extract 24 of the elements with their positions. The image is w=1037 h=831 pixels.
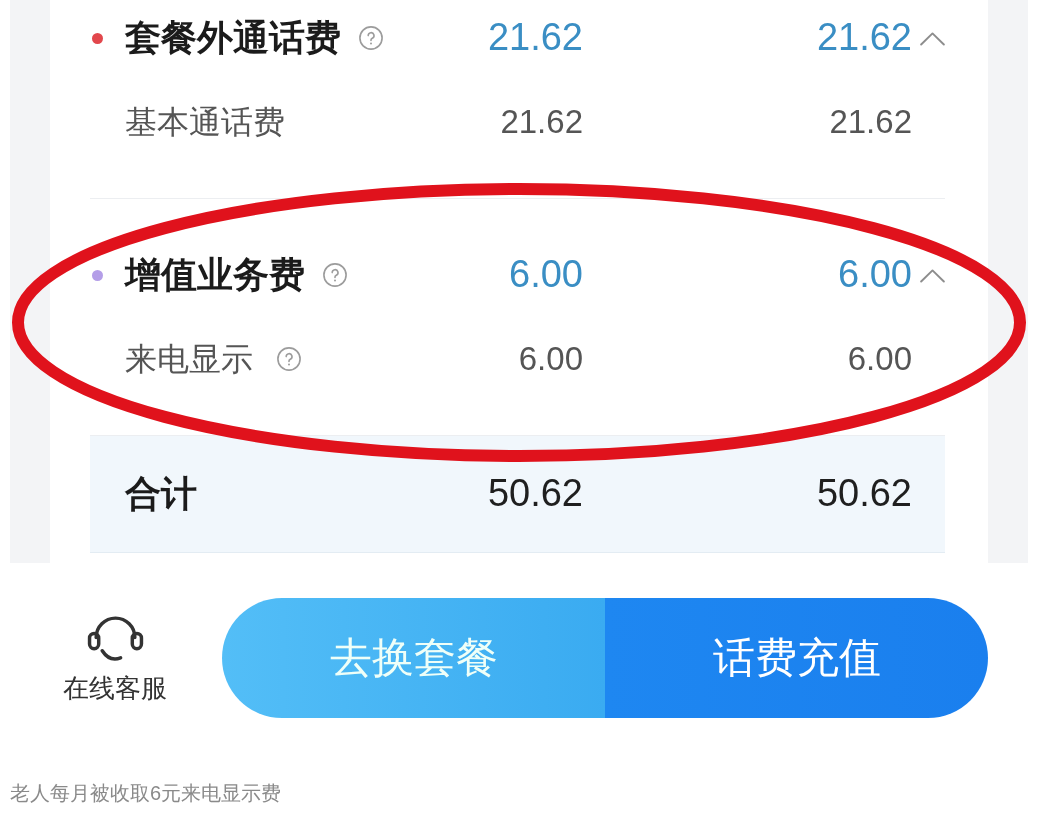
- image-caption: 老人每月被收取6元来电显示费: [10, 782, 282, 804]
- fee-category-label: 套餐外通话费: [125, 16, 341, 60]
- change-plan-button[interactable]: 去换套餐: [222, 598, 605, 718]
- customer-service-button[interactable]: 在线客服: [58, 612, 172, 704]
- fee-item-amount: 6.00: [847, 339, 912, 379]
- total-label: 合计: [125, 472, 197, 516]
- fee-category-label: 增值业务费: [125, 253, 305, 297]
- total-amount: 50.62: [487, 471, 583, 517]
- fee-item-amount: 21.62: [500, 102, 583, 142]
- fee-category-amount: 6.00: [838, 252, 912, 298]
- fee-category-amount: 21.62: [816, 15, 912, 61]
- help-icon[interactable]: [323, 263, 347, 287]
- chevron-up-icon[interactable]: [920, 30, 945, 46]
- fee-item-amount: 21.62: [829, 102, 912, 142]
- help-icon[interactable]: [277, 347, 301, 371]
- fee-item-label: 来电显示: [125, 339, 253, 379]
- help-icon[interactable]: [359, 26, 383, 50]
- total-amount: 50.62: [816, 471, 912, 517]
- fee-item-amount: 6.00: [518, 339, 583, 379]
- fee-item-label: 基本通话费: [125, 102, 285, 142]
- fee-category-amount: 21.62: [487, 15, 583, 61]
- top-up-button[interactable]: 话费充值: [605, 598, 988, 718]
- chevron-up-icon[interactable]: [920, 267, 945, 283]
- fee-category-amount: 6.00: [509, 252, 583, 298]
